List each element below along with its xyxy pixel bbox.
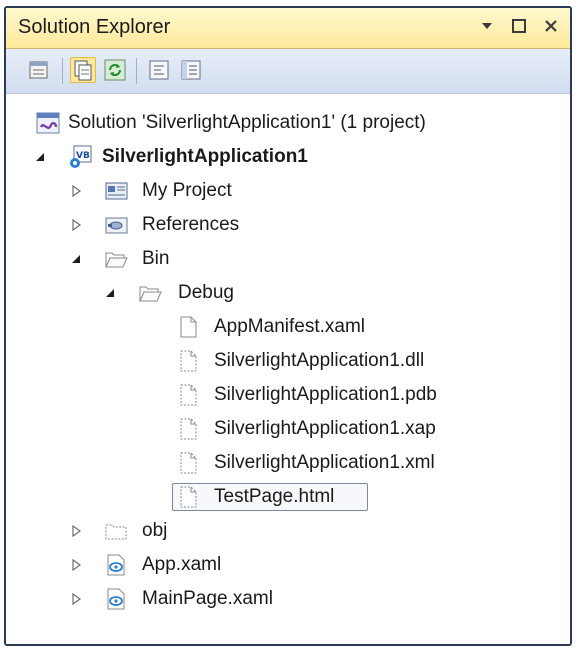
view-code-icon (149, 60, 169, 80)
close-icon (545, 20, 557, 32)
window-controls (478, 15, 560, 37)
expand-arrow[interactable] (70, 185, 82, 197)
tree-item-my-project[interactable]: My Project (6, 176, 566, 206)
collapsed-arrow-icon (72, 525, 82, 537)
expanded-arrow-icon (72, 255, 80, 263)
view-code-button[interactable] (146, 57, 172, 83)
references-icon (105, 217, 128, 234)
folder-open-icon (139, 286, 162, 302)
toolbar (6, 49, 570, 94)
properties-icon (29, 61, 48, 79)
close-button[interactable] (542, 15, 560, 37)
tree-item-solution[interactable]: Solution 'SilverlightApplication1' (1 pr… (6, 108, 566, 138)
tree-item-references[interactable]: References (6, 210, 566, 240)
show-all-files-icon (74, 60, 92, 81)
my-project-icon (105, 182, 128, 200)
tree-item-bin[interactable]: Bin (6, 244, 566, 274)
tree-item-label: AppManifest.xaml (214, 316, 366, 337)
expand-arrow[interactable] (70, 593, 82, 605)
refresh-icon (104, 59, 126, 81)
view-designer-button[interactable] (178, 57, 204, 83)
tree-item-label: SilverlightApplication1.xml (214, 452, 435, 473)
tree-item-label: My Project (142, 180, 232, 201)
maximize-icon (512, 19, 526, 33)
xaml-file-icon (107, 588, 125, 610)
folder-open-icon (105, 252, 128, 268)
chevron-down-icon (482, 23, 492, 29)
tree-item-file[interactable]: SilverlightApplication1.xap (6, 414, 566, 444)
expanded-arrow-icon (36, 153, 44, 161)
title-bar: Solution Explorer (6, 8, 570, 49)
view-designer-icon (181, 60, 201, 80)
properties-button[interactable] (26, 57, 52, 83)
tree-item-obj[interactable]: obj (6, 516, 566, 546)
tree-item-mainpage-xaml[interactable]: MainPage.xaml (6, 584, 566, 614)
window-title: Solution Explorer (18, 16, 171, 38)
tree-item-label: SilverlightApplication1 (102, 146, 308, 167)
tree-item-app-xaml[interactable]: App.xaml (6, 550, 566, 580)
solution-icon (36, 112, 60, 134)
xaml-file-icon (107, 554, 125, 576)
collapsed-arrow-icon (72, 559, 82, 571)
tree-item-label: Debug (178, 282, 234, 303)
collapsed-arrow-icon (72, 185, 82, 197)
dropdown-arrow-button[interactable] (478, 15, 496, 37)
expand-arrow[interactable] (70, 559, 82, 571)
refresh-button[interactable] (102, 57, 128, 83)
file-icon (180, 350, 197, 372)
file-icon (180, 384, 197, 406)
tree-item-label: TestPage.html (214, 486, 335, 507)
tree-item-label: SilverlightApplication1.xap (214, 418, 436, 439)
tree-item-label: Solution 'SilverlightApplication1' (1 pr… (68, 112, 426, 133)
toolbar-separator (136, 58, 137, 84)
expand-arrow[interactable] (34, 151, 46, 163)
solution-tree: Solution 'SilverlightApplication1' (1 pr… (6, 94, 570, 644)
expanded-arrow-icon (106, 289, 114, 297)
tree-item-debug[interactable]: Debug (6, 278, 566, 308)
tree-item-label: SilverlightApplication1.dll (214, 350, 425, 371)
tree-item-label: obj (142, 520, 168, 541)
tree-item-label: Bin (142, 248, 170, 269)
maximize-button[interactable] (510, 15, 528, 37)
tree-item-file[interactable]: SilverlightApplication1.dll (6, 346, 566, 376)
file-icon (180, 316, 197, 338)
tree-item-label: SilverlightApplication1.pdb (214, 384, 437, 405)
project-icon: VB (70, 145, 92, 168)
show-all-files-button[interactable] (70, 57, 96, 83)
collapsed-arrow-icon (72, 593, 82, 605)
tree-item-file-selected[interactable]: TestPage.html (6, 482, 566, 512)
tree-item-file[interactable]: AppManifest.xaml (6, 312, 566, 342)
tree-item-label: App.xaml (142, 554, 222, 575)
tree-item-file[interactable]: SilverlightApplication1.xml (6, 448, 566, 478)
expand-arrow[interactable] (70, 219, 82, 231)
tree-item-label: References (142, 214, 240, 235)
expand-arrow[interactable] (70, 253, 82, 265)
solution-explorer-window: Solution Explorer Solution 'SilverlightA… (4, 6, 572, 646)
collapsed-arrow-icon (72, 219, 82, 231)
file-icon (180, 486, 197, 508)
tree-item-file[interactable]: SilverlightApplication1.pdb (6, 380, 566, 410)
expand-arrow[interactable] (70, 525, 82, 537)
file-icon (180, 418, 197, 440)
expand-arrow[interactable] (104, 287, 116, 299)
folder-icon (105, 524, 127, 540)
tree-item-project[interactable]: VB SilverlightApplication1 (6, 142, 566, 172)
toolbar-separator (62, 58, 63, 84)
file-icon (180, 452, 197, 474)
tree-item-label: MainPage.xaml (142, 588, 273, 609)
